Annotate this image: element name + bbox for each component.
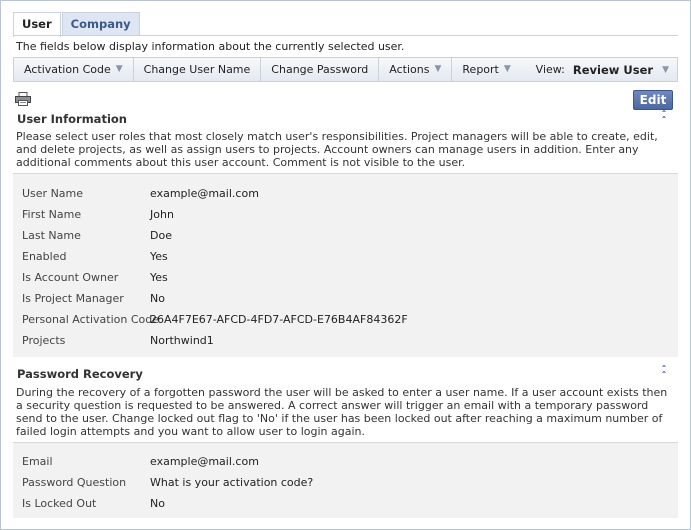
collapse-icon[interactable]: ˆˆ [658, 366, 670, 382]
field-row: Is Account Owner Yes [13, 267, 678, 288]
field-row: User Name example@mail.com [13, 183, 678, 204]
field-row: Enabled Yes [13, 246, 678, 267]
field-label: Email [22, 455, 53, 468]
field-value: John [150, 208, 174, 221]
field-label: Enabled [22, 250, 67, 263]
password-recovery-description: During the recovery of a forgotten passw… [16, 386, 668, 438]
field-value: Yes [150, 271, 168, 284]
activation-code-label: Activation Code [24, 63, 111, 76]
user-info-description: Please select user roles that most close… [16, 130, 658, 169]
tab-user[interactable]: User [13, 12, 61, 37]
page-description: The fields below display information abo… [16, 40, 405, 53]
field-value: 26A4F7E67-AFCD-4FD7-AFCD-E76B4AF84362F [150, 313, 408, 326]
report-menu[interactable]: Report ▼ [452, 58, 520, 81]
chevron-down-icon: ▼ [503, 64, 511, 74]
field-value: Doe [150, 229, 172, 242]
field-value: Northwind1 [150, 334, 214, 347]
field-label: First Name [22, 208, 82, 221]
field-label: Last Name [22, 229, 81, 242]
field-row: Email example@mail.com [13, 451, 678, 472]
actions-label: Actions [389, 63, 430, 76]
field-value: example@mail.com [150, 455, 259, 468]
activation-code-menu[interactable]: Activation Code ▼ [14, 58, 134, 81]
field-label: Personal Activation Code [22, 313, 159, 326]
field-row: Password Question What is your activatio… [13, 472, 678, 493]
field-value: example@mail.com [150, 187, 259, 200]
print-icon[interactable] [15, 92, 31, 106]
view-selector[interactable]: Review User ▼ [573, 63, 669, 77]
report-label: Report [462, 63, 499, 76]
password-recovery-fields: Email example@mail.com Password Question… [13, 442, 678, 518]
field-value: Yes [150, 250, 168, 263]
user-info-fields: User Name example@mail.com First Name Jo… [13, 173, 678, 357]
edit-button[interactable]: Edit [633, 90, 673, 110]
field-label: Is Account Owner [22, 271, 119, 284]
field-label: Password Question [22, 476, 127, 489]
field-value: No [150, 497, 165, 510]
field-label: Is Project Manager [22, 292, 124, 305]
tab-bar: User Company [13, 12, 141, 37]
password-recovery-title: Password Recovery [17, 367, 143, 381]
field-row: First Name John [13, 204, 678, 225]
change-password-button[interactable]: Change Password [261, 58, 378, 81]
field-row: Last Name Doe [13, 225, 678, 246]
app-window: User Company The fields below display in… [0, 0, 691, 530]
field-label: Projects [22, 334, 66, 347]
chevron-down-icon: ▼ [115, 64, 123, 74]
field-label: Is Locked Out [22, 497, 97, 510]
field-row: Personal Activation Code 26A4F7E67-AFCD-… [13, 309, 678, 330]
view-value: Review User [572, 62, 654, 77]
chevron-down-icon: ▼ [662, 64, 669, 75]
field-value: No [150, 292, 165, 305]
tab-company[interactable]: Company [61, 12, 140, 36]
tab-divider [13, 35, 678, 36]
field-row: Is Project Manager No [13, 288, 678, 309]
collapse-icon[interactable]: ˆˆ [658, 111, 670, 127]
user-info-title: User Information [17, 112, 127, 126]
view-label: View: [535, 63, 565, 76]
field-label: User Name [22, 187, 84, 200]
toolbar: Activation Code ▼ Change User Name Chang… [13, 57, 678, 82]
change-user-name-button[interactable]: Change User Name [134, 58, 262, 81]
chevron-down-icon: ▼ [434, 64, 442, 74]
field-row: Projects Northwind1 [13, 330, 678, 351]
field-row: Is Locked Out No [13, 493, 678, 514]
actions-menu[interactable]: Actions ▼ [378, 58, 453, 81]
field-value: What is your activation code? [150, 476, 314, 489]
